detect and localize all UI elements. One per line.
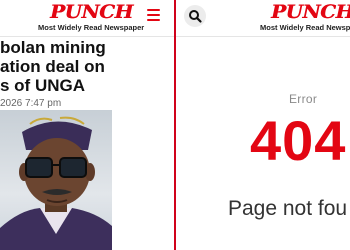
header-divider xyxy=(176,36,350,37)
error-label: Error xyxy=(289,92,318,106)
error-message: Page not fou xyxy=(228,197,348,220)
article-panel: PUNCH Most Widely Read Newspaper bolan m… xyxy=(0,0,174,250)
error-panel: PUNCH Most Widely Read Newspaper Error 4… xyxy=(176,0,350,250)
article-dateline: 2026 7:47 pm xyxy=(0,98,62,109)
headline-line: bolan mining xyxy=(0,38,106,57)
site-tagline: Most Widely Read Newspaper xyxy=(260,23,350,32)
punch-logo[interactable]: PUNCH xyxy=(271,1,350,23)
article-photo[interactable] xyxy=(0,110,112,250)
search-button[interactable] xyxy=(184,5,206,27)
punch-logo[interactable]: PUNCH xyxy=(50,1,133,23)
site-tagline: Most Widely Read Newspaper xyxy=(38,23,145,32)
search-icon xyxy=(189,10,202,23)
hamburger-menu-icon[interactable] xyxy=(147,9,160,21)
portrait-image xyxy=(0,116,112,250)
header-divider xyxy=(0,36,174,37)
headline-line: ation deal on xyxy=(0,57,105,76)
headline-line: s of UNGA xyxy=(0,76,85,95)
article-headline[interactable]: bolan mining ation deal on s of UNGA xyxy=(0,38,174,95)
error-code: 404 xyxy=(250,109,347,172)
